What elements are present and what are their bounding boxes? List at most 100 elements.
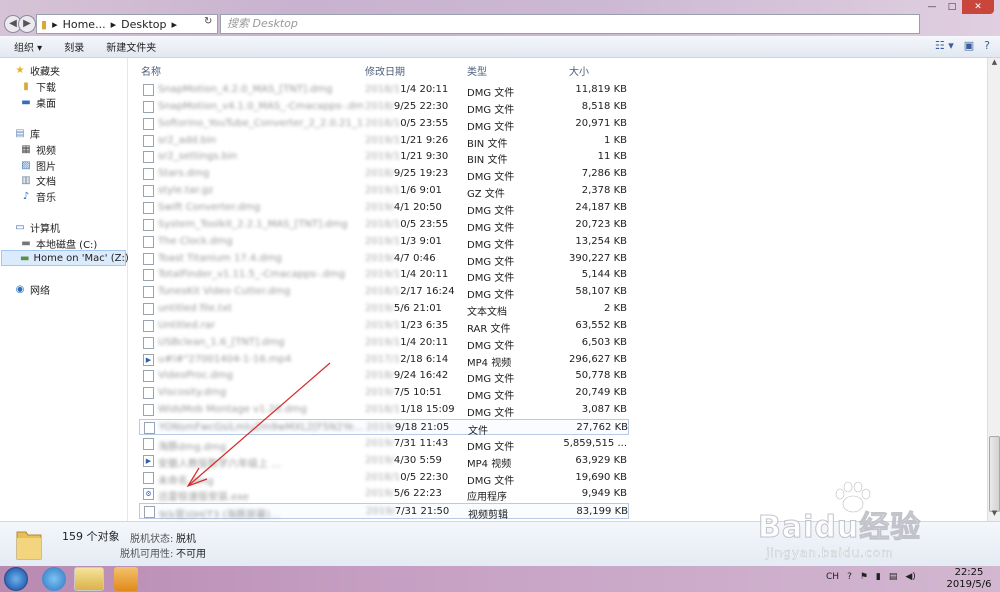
tray-network-icon[interactable]: ▤ (889, 572, 898, 582)
file-date-visible: 4/7 0:46 (393, 252, 436, 264)
refresh-icon[interactable]: ↻ (204, 16, 212, 27)
nav-home-on-mac[interactable]: ▬ Home on 'Mac' (Z:) (1, 250, 129, 266)
file-row[interactable]: Untitled.rar 2019/11/23 6:35 RAR 文件 63,552 … (139, 318, 629, 335)
nav-pictures[interactable]: ▨ 图片 (20, 158, 56, 173)
column-header-date[interactable]: 修改日期 (365, 63, 405, 78)
file-date: 2019/4/7 0:46 (365, 253, 447, 264)
file-size: 11,819 KB (575, 84, 627, 95)
file-row[interactable]: Swift Converter.dmg 2019/4/1 20:50 DMG 文件 2… (139, 200, 629, 217)
column-header-name[interactable]: 名称 (141, 63, 161, 78)
column-header-type[interactable]: 类型 (467, 63, 487, 78)
network-icon: ◉ (15, 284, 25, 295)
file-row[interactable]: 未命名.dmg 2018/10/5 22:30 DMG 文件 19,690 KB (139, 470, 629, 487)
search-input[interactable]: 搜索 Desktop (220, 14, 920, 34)
file-row[interactable]: YONsmFwcGsiLmluZm9wMXL2[F5N2Ye... 2019/9/… (139, 419, 629, 437)
file-date: 2019/11/4 20:11 (365, 337, 448, 348)
pictures-icon: ▨ (21, 160, 31, 171)
close-button[interactable]: ✕ (962, 0, 994, 14)
file-row[interactable]: sr2_add.bin 2019/11/21 9:26 BIN 文件 1 KB (139, 133, 629, 150)
file-date: 2018/9/24 16:42 (365, 370, 448, 381)
burn-button[interactable]: 刻录 (64, 39, 84, 54)
tray-flag-icon[interactable]: ⚑ (860, 572, 868, 582)
file-row[interactable]: 9(k是)0H(T3 (海豚屏幕)… 2019/7/31 21:50 视频剪辑 83,… (139, 503, 629, 521)
nav-music-label: 音乐 (36, 193, 56, 204)
forward-button[interactable]: ▶ (18, 15, 36, 33)
file-row[interactable]: Viscosity.dmg 2019/7/5 10:51 DMG 文件 20,749 … (139, 385, 629, 402)
media-player-icon[interactable] (114, 567, 138, 591)
breadcrumb-separator-icon: ▸ (110, 17, 117, 31)
taskbar-clock[interactable]: 22:25 2019/5/6 (940, 567, 998, 591)
tray-help-icon[interactable]: ? (847, 572, 852, 582)
file-row[interactable]: sr2_settings.bin 2019/11/21 9:30 BIN 文件 11 … (139, 149, 629, 166)
file-size: 20,971 KB (575, 117, 627, 129)
help-icon[interactable]: ? (984, 39, 990, 52)
nav-favorites[interactable]: ★ 收藏夹 (14, 63, 60, 78)
start-button[interactable] (4, 567, 28, 591)
nav-downloads[interactable]: ▮ 下载 (20, 79, 56, 94)
file-date-visible: 2/18 6:14 (400, 353, 449, 365)
file-row[interactable]: ▶ u#l#"27001404-1-16.mp4 2017/12/18 6:14 MP… (139, 352, 629, 369)
file-size: 27,762 KB (576, 422, 628, 433)
nav-libraries[interactable]: ▤ 库 (14, 126, 40, 141)
nav-network[interactable]: ◉ 网络 (14, 282, 50, 297)
file-date-obscured: 2019/ (365, 201, 394, 213)
file-icon (143, 319, 154, 332)
file-row[interactable]: style.tar.gz 2019/11/6 9:01 GZ 文件 2,378 KB (139, 183, 629, 200)
tray-volume-icon[interactable]: ◀) (905, 572, 915, 582)
file-row[interactable]: VideoProc.dmg 2018/9/24 16:42 DMG 文件 50,778… (139, 368, 629, 386)
file-row[interactable]: ⚙ 迅雷极速版安装.exe 2019/5/6 22:23 应用程序 9,949 KB (139, 486, 629, 503)
file-name: sr2_add.bin (158, 134, 217, 146)
file-date-visible: 5/6 21:01 (393, 303, 442, 315)
nav-home-on-mac-label: Home on 'Mac' (Z:) (33, 252, 129, 264)
tray-battery-icon[interactable]: ▮ (876, 572, 881, 582)
file-row[interactable]: WidsMob Montage v1.20.dmg 2018/11/18 15:0… (139, 402, 629, 419)
file-date-obscured: 2019/1 (365, 134, 401, 146)
file-date-obscured: 2018/ (365, 168, 394, 180)
file-type: DMG 文件 (467, 205, 515, 217)
file-row[interactable]: ▶ 安徽人教版数学六年级上 … 2019/4/30 5:59 MP4 视频 63,929… (139, 453, 629, 470)
file-icon (144, 506, 155, 519)
file-icon (143, 437, 154, 450)
breadcrumb-desktop[interactable]: Desktop (121, 18, 166, 31)
maximize-button[interactable]: □ (942, 0, 962, 14)
organize-button[interactable]: 组织 ▾ (14, 39, 42, 54)
file-row[interactable]: USBclean_1.6_[TNT].dmg 2019/11/4 20:11 DMG… (139, 335, 629, 352)
file-row[interactable]: TunesKit Video Cutter.dmg 2018/12/17 16:2… (139, 284, 629, 301)
file-date-obscured: 2018/1 (365, 286, 401, 298)
file-row[interactable]: SnapMotion_v4.1.0_MAS_-Cmacapps-.dmg 2018… (139, 99, 629, 116)
address-bar[interactable]: ▮ ▸ Home... ▸ Desktop ▸ (36, 14, 218, 34)
view-options-icon[interactable]: ☷ ▾ (935, 39, 954, 52)
column-header-size[interactable]: 大小 (569, 63, 589, 78)
video-library-icon: ▦ (21, 144, 31, 155)
scroll-down-icon[interactable]: ▼ (988, 509, 1000, 521)
vertical-scrollbar[interactable]: ▲ ▼ (987, 58, 1000, 521)
file-row[interactable]: The Clock.dmg 2019/11/3 9:01 DMG 文件 13,254 … (139, 234, 629, 251)
nav-local-disk-label: 本地磁盘 (C:) (36, 240, 98, 251)
file-explorer-taskbar-button[interactable] (74, 567, 104, 591)
file-row[interactable]: SnapMotion_4.2.0_MAS_[TNT].dmg 2018/11/4 … (139, 82, 629, 99)
preview-pane-icon[interactable]: ▣ (964, 39, 974, 52)
breadcrumb-home[interactable]: Home... (63, 18, 106, 31)
nav-documents[interactable]: ▥ 文档 (20, 173, 56, 188)
scrollbar-thumb[interactable] (989, 436, 1000, 512)
internet-explorer-icon[interactable] (42, 567, 66, 591)
file-date-obscured: 2019/ (365, 437, 394, 449)
file-row[interactable]: Stars.dmg 2018/9/25 19:23 DMG 文件 7,286 KB (139, 166, 629, 183)
file-date-obscured: 2017/1 (365, 353, 401, 365)
nav-music[interactable]: ♪ 音乐 (20, 189, 56, 204)
file-row[interactable]: Softorino_YouTube_Converter_2_2.0.21_1.d… (139, 116, 629, 133)
file-row[interactable]: System_Toolkit_2.2.1_MAS_[TNT].dmg 2018/1… (139, 217, 629, 234)
file-row[interactable]: TotalFinder_v1.11.5_-Cmacapps-.dmg 2019/1… (139, 267, 629, 284)
ime-indicator[interactable]: CH (826, 572, 839, 582)
minimize-button[interactable]: — (922, 0, 942, 14)
file-row[interactable]: untitled file.txt 2019/5/6 21:01 文本文档 2 KB (139, 301, 629, 318)
nav-computer[interactable]: ▭ 计算机 (14, 220, 60, 235)
nav-videos[interactable]: ▦ 视频 (20, 142, 56, 157)
nav-desktop[interactable]: ▬ 桌面 (20, 95, 56, 110)
file-row[interactable]: 海豚dmg.dmg 2019/7/31 11:43 DMG 文件 5,859,515 … (139, 436, 629, 453)
nav-local-disk[interactable]: ▬ 本地磁盘 (C:) (20, 236, 97, 251)
file-row[interactable]: Toast Titanium 17.4.dmg 2019/4/7 0:46 DMG … (139, 251, 629, 268)
scroll-up-icon[interactable]: ▲ (988, 58, 1000, 70)
file-type: DMG 文件 (467, 374, 515, 386)
new-folder-button[interactable]: 新建文件夹 (106, 39, 156, 54)
